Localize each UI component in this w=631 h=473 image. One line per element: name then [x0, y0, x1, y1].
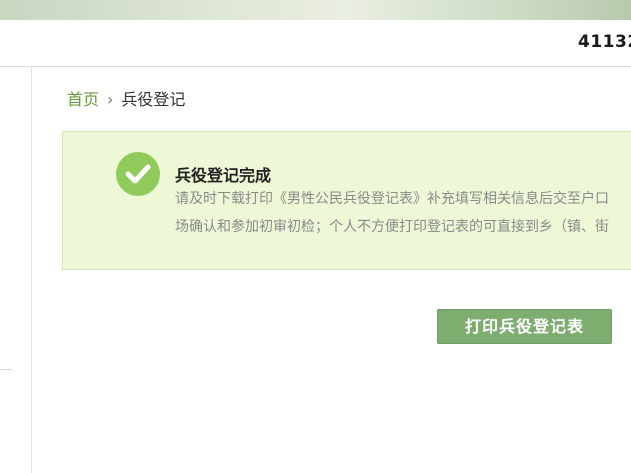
top-banner [0, 0, 631, 20]
check-circle-icon [116, 152, 160, 196]
page: 41132 首页 › 兵役登记 兵役登记完成 请及时下载打印《男性公民兵役登记表》补… [0, 0, 631, 473]
left-sidebar [0, 67, 32, 473]
breadcrumb-current: 兵役登记 [121, 90, 186, 109]
print-registration-form-button[interactable]: 打印兵役登记表 [437, 309, 612, 344]
user-id-label: 41132 [578, 32, 631, 52]
header-bar: 41132 [0, 20, 631, 67]
success-description-line-1: 请及时下载打印《男性公民兵役登记表》补充填写相关信息后交至户口 [175, 191, 609, 207]
success-description: 请及时下载打印《男性公民兵役登记表》补充填写相关信息后交至户口 场确认和参加初审… [175, 185, 631, 241]
breadcrumb: 首页 › 兵役登记 [67, 86, 185, 110]
breadcrumb-separator-icon: › [107, 90, 114, 109]
success-message-box: 兵役登记完成 请及时下载打印《男性公民兵役登记表》补充填写相关信息后交至户口 场… [62, 131, 631, 270]
breadcrumb-home-link[interactable]: 首页 [67, 90, 99, 109]
success-description-line-2: 场确认和参加初审初检；个人不方便打印登记表的可直接到乡（镇、街 [175, 219, 609, 235]
sidebar-divider [0, 369, 12, 370]
success-title: 兵役登记完成 [175, 166, 272, 185]
